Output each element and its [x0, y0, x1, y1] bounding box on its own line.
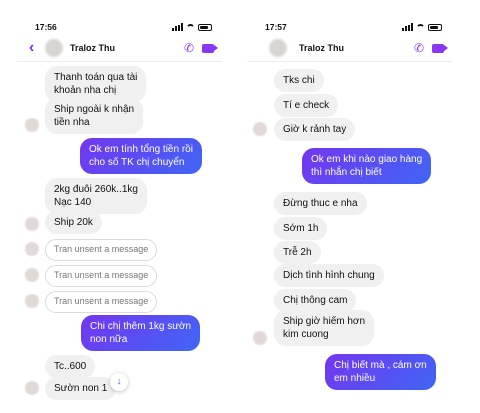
unsent-message-notice: Tran unsent a message — [45, 239, 158, 261]
unsent-message-notice: Tran unsent a message — [45, 265, 158, 287]
sender-avatar — [253, 331, 267, 345]
unsent-message-notice: Tran unsent a message — [45, 291, 158, 313]
avatar[interactable] — [45, 39, 63, 57]
sender-avatar — [25, 242, 39, 256]
wifi-icon — [186, 23, 195, 31]
message-outgoing[interactable]: Chi chị thêm 1kg sườn non nữa — [81, 315, 201, 351]
message-outgoing[interactable]: Ok em tính tổng tiền rồi cho số TK chị c… — [80, 138, 202, 174]
message-incoming[interactable]: Tc..600 — [45, 355, 96, 378]
video-call-icon[interactable] — [432, 44, 448, 53]
signal-icon — [402, 23, 413, 31]
contact-name[interactable]: Traloz Thu — [299, 43, 344, 53]
sender-avatar — [253, 122, 267, 136]
message-incoming[interactable]: Sườn non 1 — [45, 377, 117, 400]
message-outgoing[interactable]: Chị biết mà , cám ơn em nhiều — [325, 354, 436, 390]
phone-call-icon[interactable]: ✆ — [184, 41, 194, 55]
status-time: 17:57 — [265, 22, 287, 32]
message-incoming[interactable]: Chị thông cam — [274, 289, 357, 312]
phone-call-icon[interactable]: ✆ — [414, 41, 424, 55]
message-outgoing[interactable]: Ok em khi nào giao hàng thì nhắn chị biế… — [302, 148, 432, 184]
arrow-down-icon[interactable]: ↓ — [110, 373, 128, 391]
chat-screen-left: 17:56 ‹ Traloz Thu ✆ Thanh toán qua tài … — [17, 14, 222, 406]
message-incoming[interactable]: Sớm 1h — [274, 217, 328, 240]
message-incoming[interactable]: Ship giờ hiếm hơn kim cuong — [274, 310, 375, 346]
message-incoming[interactable]: Thanh toán qua tài khoản nha chị — [45, 66, 147, 102]
chat-header: ‹ Traloz Thu ✆ — [17, 36, 222, 62]
sender-avatar — [25, 217, 39, 231]
signal-icon — [172, 23, 183, 31]
contact-name[interactable]: Traloz Thu — [70, 43, 115, 53]
status-bar: 17:57 — [265, 22, 442, 34]
avatar[interactable] — [269, 39, 287, 57]
message-incoming[interactable]: Tí e check — [274, 94, 339, 117]
chat-screen-right: 17:57 Traloz Thu ✆ Tks chi Tí e check Gi… — [247, 14, 452, 410]
battery-icon — [198, 23, 212, 31]
wifi-icon — [416, 23, 425, 31]
sender-avatar — [25, 268, 39, 282]
sender-avatar — [25, 118, 39, 132]
sender-avatar — [25, 381, 39, 395]
message-incoming[interactable]: Giờ k rảnh tay — [274, 118, 356, 141]
message-incoming[interactable]: Dịch tình hình chung — [274, 264, 384, 287]
message-incoming[interactable]: Ship 20k — [45, 211, 102, 234]
battery-icon — [428, 23, 442, 31]
status-bar: 17:56 — [35, 22, 212, 34]
video-call-icon[interactable] — [202, 44, 218, 53]
message-incoming[interactable]: Tks chi — [274, 69, 324, 92]
message-incoming[interactable]: Đừng thuc e nha — [274, 192, 367, 215]
message-incoming[interactable]: 2kg đuôi 260k..1kg Nạc 140 — [45, 178, 147, 214]
status-time: 17:56 — [35, 22, 57, 32]
back-icon[interactable]: ‹ — [29, 39, 34, 57]
message-incoming[interactable]: Trễ 2h — [274, 241, 321, 264]
chat-header: Traloz Thu ✆ — [247, 36, 452, 62]
sender-avatar — [25, 294, 39, 308]
message-incoming[interactable]: Ship ngoài k nhận tiền nha — [45, 98, 144, 134]
